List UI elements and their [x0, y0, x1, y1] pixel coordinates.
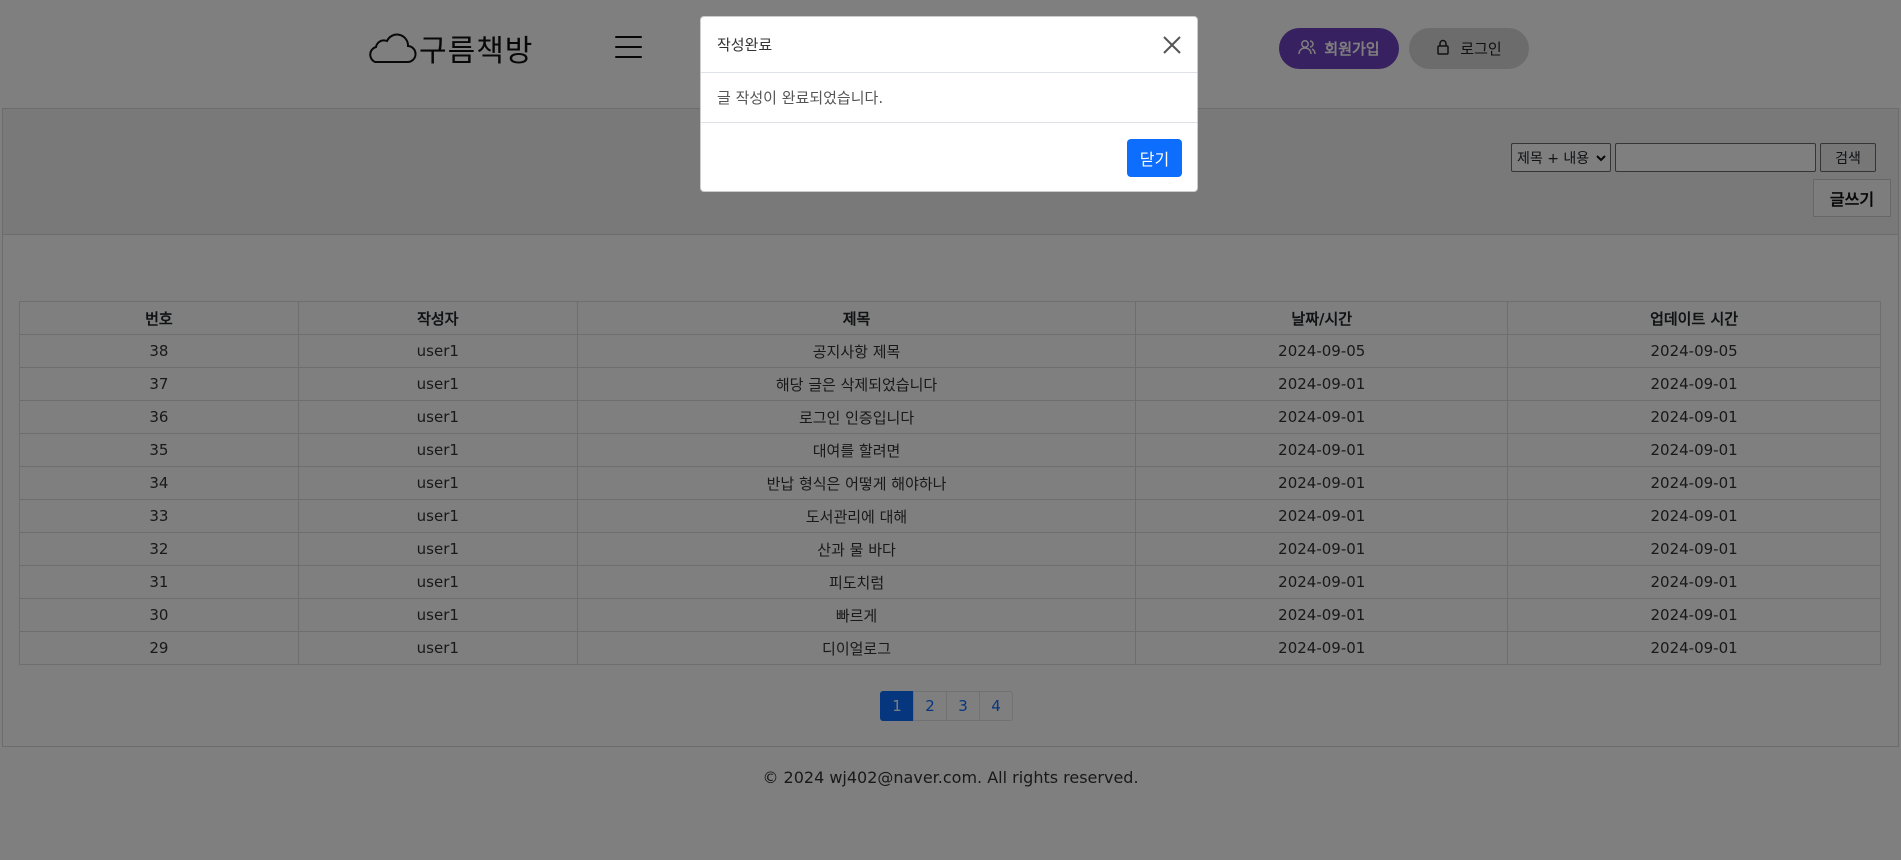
modal-title: 작성완료	[717, 36, 773, 54]
modal-footer: 닫기	[701, 123, 1197, 191]
close-icon[interactable]	[1161, 34, 1183, 56]
modal-body: 글 작성이 완료되었습니다.	[701, 73, 1197, 123]
modal-header: 작성완료	[701, 17, 1197, 73]
completion-modal: 작성완료 글 작성이 완료되었습니다. 닫기	[700, 16, 1198, 192]
modal-message: 글 작성이 완료되었습니다.	[717, 89, 884, 107]
modal-close-button[interactable]: 닫기	[1127, 139, 1182, 177]
